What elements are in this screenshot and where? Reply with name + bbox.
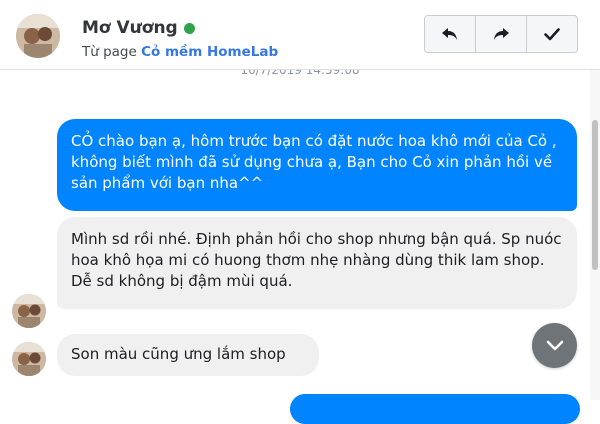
mark-done-button[interactable] — [527, 16, 577, 52]
reply-icon — [442, 28, 457, 40]
page-link[interactable]: Cỏ mềm HomeLab — [141, 44, 278, 60]
outgoing-message-bubble[interactable]: CỎ chào bạn ạ, hôm trước bạn có đặt nước… — [57, 119, 577, 211]
contact-avatar[interactable] — [16, 14, 60, 58]
sender-avatar[interactable] — [12, 342, 46, 376]
checkmark-icon — [544, 28, 560, 41]
scrollbar[interactable] — [590, 70, 600, 400]
incoming-message-bubble[interactable]: Son màu cũng ưng lắm shop — [57, 334, 319, 376]
online-status-icon — [183, 22, 195, 34]
scroll-to-bottom-button[interactable] — [532, 323, 577, 368]
contact-name-row: Mơ Vương — [82, 18, 195, 38]
reply-button[interactable] — [425, 16, 476, 52]
scrollbar-thumb[interactable] — [592, 120, 598, 270]
incoming-message-bubble[interactable]: Mình sd rồi nhé. Định phản hồi cho shop … — [57, 217, 577, 309]
page-source: Từ page Cỏ mềm HomeLab — [82, 44, 278, 60]
forward-icon — [494, 28, 509, 40]
forward-button[interactable] — [476, 16, 527, 52]
sender-avatar[interactable] — [12, 294, 46, 328]
contact-name[interactable]: Mơ Vương — [82, 18, 178, 38]
conversation-header: Mơ Vương Từ page Cỏ mềm HomeLab — [0, 0, 600, 70]
outgoing-message-bubble-partial — [290, 394, 580, 424]
page-source-prefix: Từ page — [82, 44, 137, 60]
chevron-down-icon — [546, 340, 563, 350]
header-action-buttons — [424, 15, 578, 53]
